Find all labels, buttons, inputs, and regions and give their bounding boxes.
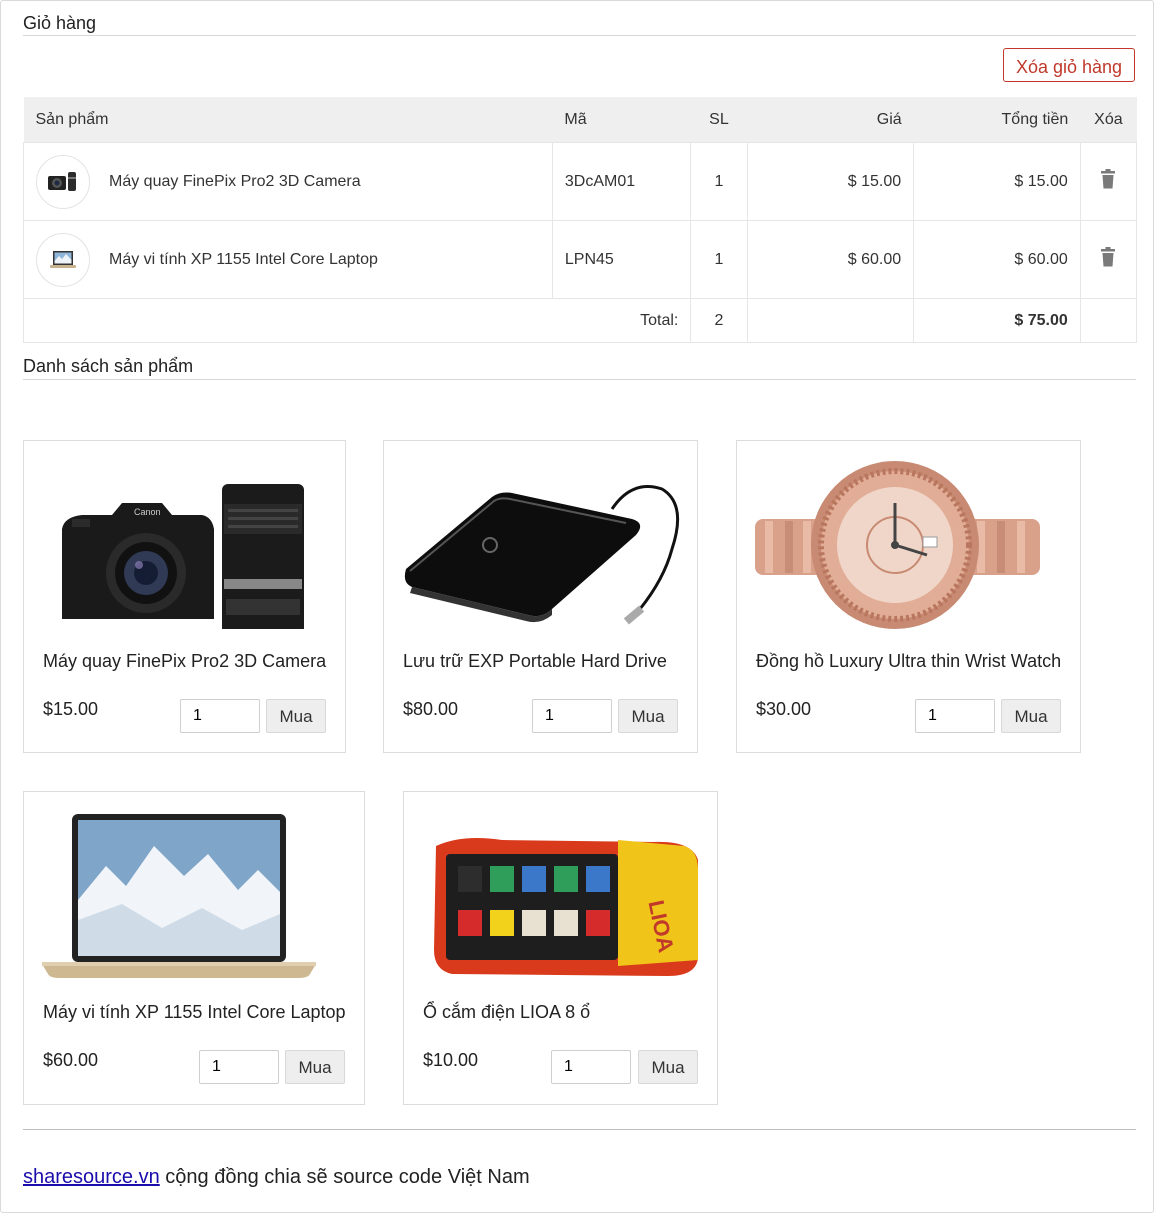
camera-thumbnail <box>36 154 90 209</box>
product-name: Máy quay FinePix Pro2 3D Camera <box>43 651 327 671</box>
footer-divider <box>23 1129 1136 1130</box>
cart-product-name: Máy vi tính XP 1155 Intel Core Laptop <box>109 250 378 268</box>
col-code: Mã <box>552 97 691 143</box>
cart-product-code: 3DcAM01 <box>551 142 692 221</box>
buy-button[interactable]: Mua <box>266 699 326 733</box>
trash-icon[interactable] <box>1079 220 1138 299</box>
svg-text:Canon: Canon <box>134 507 161 517</box>
product-price: $10.00 <box>423 1050 479 1070</box>
products-title-divider <box>23 379 1136 380</box>
product-name: Đồng hồ Luxury Ultra thin Wrist Watch <box>756 651 1062 671</box>
product-price: $80.00 <box>403 699 459 719</box>
col-product: Sản phẩm <box>23 97 553 143</box>
quantity-input[interactable] <box>551 1050 631 1084</box>
wrist-watch-image <box>755 461 1040 629</box>
product-card: Lưu trữ EXP Portable Hard Drive $80.00 M… <box>383 440 698 753</box>
laptop-thumbnail <box>36 232 90 287</box>
cart-product-total: $ 15.00 <box>913 142 1081 221</box>
quantity-input[interactable] <box>915 699 995 733</box>
trash-icon[interactable] <box>1079 142 1138 221</box>
product-name: Ổ cắm điện LIOA 8 ổ <box>423 1002 591 1022</box>
cart-product-qty: 1 <box>690 220 748 299</box>
product-name: Lưu trữ EXP Portable Hard Drive <box>403 651 667 671</box>
quantity-input[interactable] <box>180 699 260 733</box>
total-spacer <box>1079 298 1138 343</box>
product-price: $30.00 <box>756 699 812 719</box>
cart-product-name: Máy quay FinePix Pro2 3D Camera <box>109 172 361 190</box>
cart-title: Giỏ hàng <box>23 13 97 33</box>
product-price: $15.00 <box>43 699 99 719</box>
cart-title-divider <box>23 35 1136 36</box>
cart-product-cell: Máy vi tính XP 1155 Intel Core Laptop <box>23 220 553 299</box>
dslr-camera-image: Canon <box>62 484 304 629</box>
cart-product-cell: Máy quay FinePix Pro2 3D Camera <box>23 142 553 221</box>
product-card: LIOA Ổ cắm điện LIOA 8 ổ $10.00 Mua <box>403 791 718 1105</box>
quantity-input[interactable] <box>532 699 612 733</box>
buy-button[interactable]: Mua <box>285 1050 345 1084</box>
col-price: Giá <box>747 97 914 143</box>
products-title: Danh sách sản phẩm <box>23 356 194 376</box>
buy-button[interactable]: Mua <box>618 699 678 733</box>
cart-table: Sản phẩm Mã SL Giá Tổng tiền Xóa Máy qua… <box>22 97 1138 343</box>
col-total: Tổng tiền <box>913 97 1081 143</box>
footer-text: cộng đồng chia sẽ source code Việt Nam <box>159 1166 530 1188</box>
product-card: Máy vi tính XP 1155 Intel Core Laptop $6… <box>23 791 365 1105</box>
cart-product-total: $ 60.00 <box>913 220 1081 299</box>
footer-link[interactable]: sharesource.vn <box>23 1166 160 1188</box>
cart-row: Máy vi tính XP 1155 Intel Core Laptop LP… <box>23 220 1138 299</box>
product-name: Máy vi tính XP 1155 Intel Core Laptop <box>43 1002 346 1022</box>
col-delete: Xóa <box>1080 97 1137 143</box>
clear-cart-button[interactable]: Xóa giỏ hàng <box>1003 48 1135 82</box>
product-card: Đồng hồ Luxury Ultra thin Wrist Watch $3… <box>736 440 1081 753</box>
power-strip-image: LIOA <box>434 838 698 976</box>
laptop-image <box>42 814 316 978</box>
footer: sharesource.vn cộng đồng chia sẽ source … <box>23 1166 530 1189</box>
total-spacer <box>746 298 915 343</box>
cart-row: Máy quay FinePix Pro2 3D Camera 3DcAM01 … <box>23 142 1138 221</box>
col-qty: SL <box>690 97 748 143</box>
total-amount: $ 75.00 <box>913 298 1081 343</box>
total-label: Total: <box>22 298 692 343</box>
hard-drive-image <box>404 485 680 625</box>
cart-product-price: $ 15.00 <box>746 142 915 221</box>
cart-total-row: Total: 2 $ 75.00 <box>22 298 1138 343</box>
total-qty: 2 <box>690 298 748 343</box>
buy-button[interactable]: Mua <box>638 1050 698 1084</box>
product-card: Canon Máy quay FinePix Pro2 3D Camera $1… <box>23 440 346 753</box>
product-price: $60.00 <box>43 1050 99 1070</box>
cart-product-code: LPN45 <box>551 220 692 299</box>
cart-header-row: Sản phẩm Mã SL Giá Tổng tiền Xóa <box>23 97 1137 143</box>
cart-product-price: $ 60.00 <box>746 220 915 299</box>
quantity-input[interactable] <box>199 1050 279 1084</box>
buy-button[interactable]: Mua <box>1001 699 1061 733</box>
cart-product-qty: 1 <box>690 142 748 221</box>
